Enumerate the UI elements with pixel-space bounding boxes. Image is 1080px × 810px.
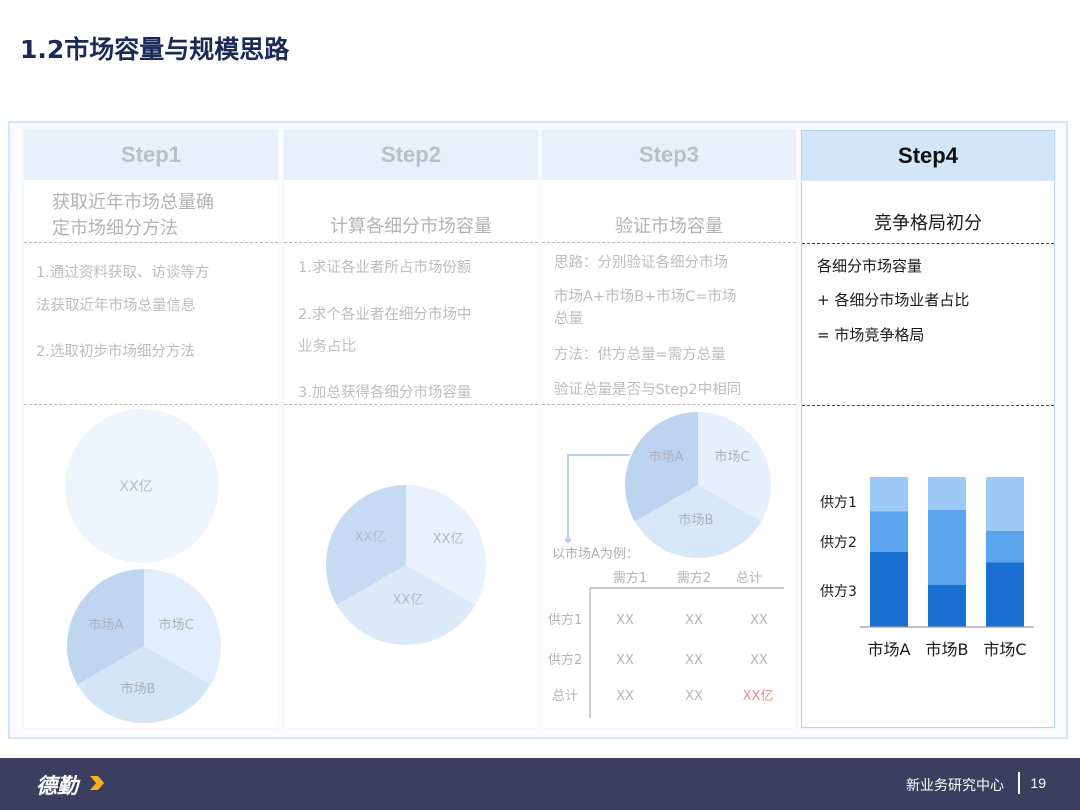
step1-total-label: XX亿 bbox=[119, 479, 152, 495]
page-title: 1.2市场容量与规模思路 bbox=[20, 35, 290, 64]
step4-stacked-bar-chart: 市场A 市场B 市场C 供方1 供方2 供方3 bbox=[820, 477, 1034, 659]
legend-label-1: 供方3 bbox=[820, 584, 857, 600]
step3-row2-label: 供方2 bbox=[548, 652, 582, 668]
step3-pie-label-c: 市场C bbox=[714, 449, 749, 465]
category-label-3: 市场C bbox=[983, 640, 1026, 659]
step3-cell-3-1: XX bbox=[616, 689, 634, 704]
step2-pie bbox=[325, 485, 487, 646]
step1-pie-label-c: 市场C bbox=[158, 617, 193, 633]
legend-label-2: 供方2 bbox=[820, 535, 857, 551]
step1-column: Step1 获取近年市场总量确 定市场细分方法 1.通过资料获取、访谈等方 法获… bbox=[24, 130, 278, 728]
step3-col-3: 总计 bbox=[736, 571, 762, 586]
step3-col-2: 需方2 bbox=[677, 570, 711, 586]
bar-3-series-3 bbox=[986, 477, 1024, 531]
footer-department: 新业务研究中心 bbox=[906, 778, 1004, 794]
brand-logo: 德勤 bbox=[36, 774, 78, 798]
step3-pie-label-b: 市场B bbox=[679, 512, 714, 528]
legend-label-3: 供方1 bbox=[820, 495, 857, 511]
step3-cell-2-3: XX bbox=[750, 653, 768, 668]
bar-2-series-1 bbox=[928, 585, 966, 627]
page-number: 19 bbox=[1030, 775, 1046, 791]
step1-pie-label-a: 市场A bbox=[89, 617, 124, 633]
category-label-2: 市场B bbox=[926, 640, 969, 659]
step1-segment-pie bbox=[66, 569, 222, 724]
step2-diagram: XX亿 XX亿 XX亿 bbox=[325, 485, 487, 646]
step1-pie-label-b: 市场B bbox=[121, 681, 156, 697]
step4-column: Step4 竞争格局初分 各细分市场容量 + 各细分市场业者占比 = 市场竞争格… bbox=[801, 130, 1055, 728]
bar-2-series-3 bbox=[928, 477, 966, 510]
bar-3-series-1 bbox=[986, 562, 1024, 627]
bar-1-series-1 bbox=[870, 552, 908, 627]
bar-1-series-3 bbox=[870, 477, 908, 512]
step3-col-1: 需方1 bbox=[613, 570, 647, 586]
step3-cell-1-2: XX bbox=[685, 613, 703, 628]
step3-pie-label-a: 市场A bbox=[649, 449, 684, 465]
step3-cell-1-1: XX bbox=[616, 613, 634, 628]
step2-pie-label-left: XX亿 bbox=[355, 530, 386, 545]
step3-cell-1-3: XX bbox=[750, 613, 768, 628]
brand-arrow-icon bbox=[90, 776, 104, 790]
step2-pie-label-bottom: XX亿 bbox=[393, 593, 424, 608]
step3-connector-dot bbox=[565, 537, 571, 543]
step2-column: Step2 计算各细分市场容量 1.求证各业者所占市场份额 2.求个各业者在细分… bbox=[284, 130, 538, 728]
step3-cell-3-2: XX bbox=[685, 689, 703, 704]
step3-column: Step3 验证市场容量 思路：分别验证各细分市场 市场A+市场B+市场C=市场… bbox=[542, 130, 796, 728]
step1-diagram: XX亿 市场A 市场C 市场B bbox=[65, 409, 222, 724]
step3-diagram: 市场A 市场C 市场B 以市场A为例： 需方1 需方2 总计 供方1 供方2 总… bbox=[548, 412, 784, 718]
step3-connector-line bbox=[567, 454, 630, 540]
step3-row3-label: 总计 bbox=[552, 689, 578, 704]
step3-cell-2-2: XX bbox=[685, 653, 703, 668]
category-label-1: 市场A bbox=[868, 640, 911, 659]
step3-example-label: 以市场A为例： bbox=[552, 546, 639, 562]
bar-1-series-2 bbox=[870, 511, 908, 552]
bar-2-series-2 bbox=[928, 510, 966, 585]
step3-pie bbox=[625, 412, 771, 558]
footer: 德勤 新业务研究中心 19 bbox=[0, 758, 1080, 810]
step3-cell-3-3: XX亿 bbox=[743, 689, 774, 704]
footer-separator bbox=[1018, 772, 1020, 794]
step3-cell-2-1: XX bbox=[616, 653, 634, 668]
bar-3-series-2 bbox=[986, 531, 1024, 563]
step2-pie-label-right: XX亿 bbox=[433, 532, 464, 547]
step3-row1-label: 供方1 bbox=[548, 612, 582, 628]
